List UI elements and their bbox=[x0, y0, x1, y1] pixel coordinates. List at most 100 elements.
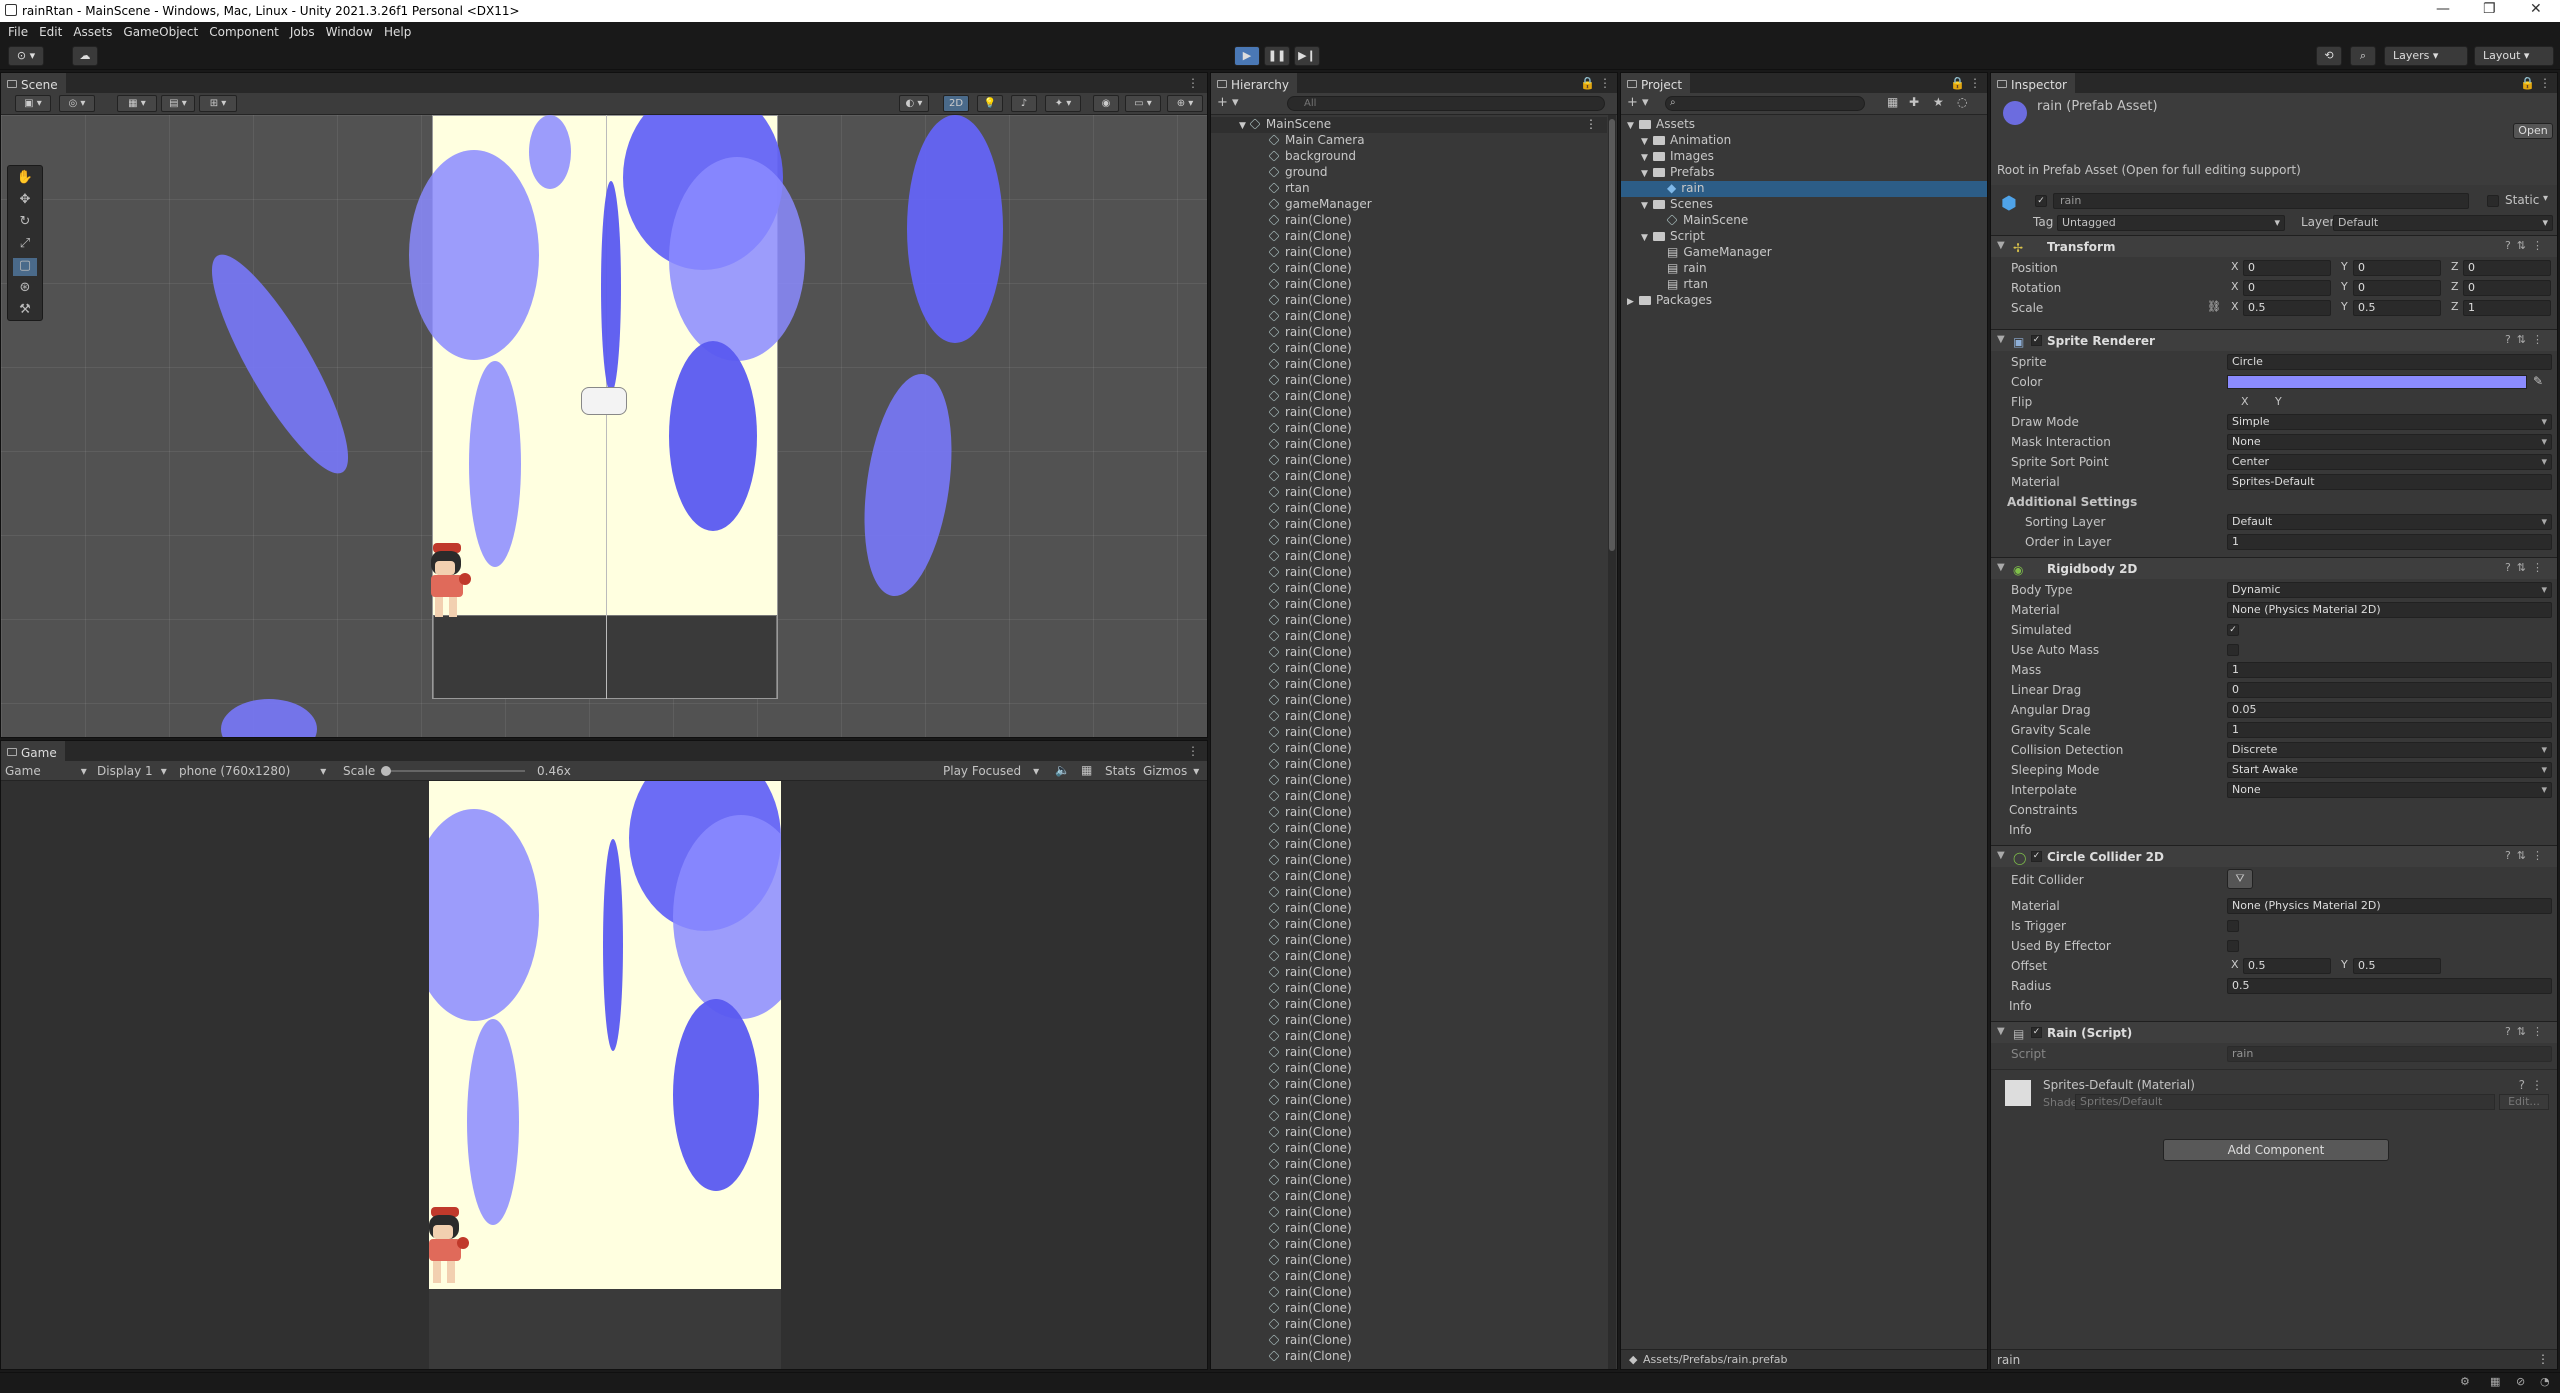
rigidbody-use-auto-mass-checkbox[interactable] bbox=[2227, 644, 2239, 656]
hierarchy-item[interactable]: rain(Clone) bbox=[1268, 1221, 1352, 1237]
sorting-layer-field[interactable]: Default bbox=[2227, 514, 2552, 530]
scene-view[interactable]: ✋ ✥ ↻ ⤢ ▢ ⊛ ⚒ bbox=[1, 115, 1207, 737]
static-checkbox[interactable] bbox=[2487, 195, 2499, 207]
hierarchy-item[interactable]: rain(Clone) bbox=[1268, 1173, 1352, 1189]
transform-header[interactable]: ▼ ✢ Transform ?⇅⋮ bbox=[1991, 235, 2557, 257]
pause-button[interactable]: ❚❚ bbox=[1264, 46, 1290, 66]
hierarchy-item[interactable]: rain(Clone) bbox=[1268, 565, 1352, 581]
hierarchy-item[interactable]: rain(Clone) bbox=[1268, 229, 1352, 245]
hierarchy-item[interactable]: rain(Clone) bbox=[1268, 645, 1352, 661]
radius-field[interactable]: 0.5 bbox=[2227, 978, 2552, 994]
search-icon[interactable]: ⌕ bbox=[2350, 46, 2376, 66]
menu-item[interactable]: GameObject bbox=[115, 22, 198, 39]
project-item[interactable]: ▼ Assets bbox=[1621, 117, 1987, 133]
transform-scale-x[interactable]: 0.5 bbox=[2243, 300, 2331, 316]
lighting-icon[interactable]: 💡 bbox=[977, 95, 1003, 112]
hierarchy-item[interactable]: rain(Clone) bbox=[1268, 1285, 1352, 1301]
expand-arrow-icon[interactable]: ▼ bbox=[1641, 169, 1649, 179]
name-field[interactable]: rain bbox=[2053, 193, 2469, 209]
collapse-arrow-icon[interactable]: ▼ bbox=[1997, 562, 2005, 573]
frame-debugger-icon[interactable]: ▦ bbox=[1081, 763, 1092, 777]
more-icon[interactable]: ⋮ bbox=[1187, 76, 1199, 90]
rigidbody-linear-drag-field[interactable]: 0 bbox=[2227, 682, 2552, 698]
shader-edit-button[interactable]: Edit... bbox=[2499, 1094, 2549, 1110]
component-menu-icon[interactable]: ?⇅⋮ bbox=[2505, 333, 2549, 346]
hierarchy-item[interactable]: rain(Clone) bbox=[1268, 613, 1352, 629]
hierarchy-item[interactable]: rain(Clone) bbox=[1268, 1333, 1352, 1349]
expand-arrow-icon[interactable]: ▶ bbox=[1627, 297, 1635, 307]
game-view-dropdown[interactable]: Game ▾ bbox=[5, 764, 87, 778]
static-dropdown-icon[interactable]: ▾ bbox=[2543, 193, 2548, 204]
hierarchy-item[interactable]: rain(Clone) bbox=[1268, 917, 1352, 933]
shader-dropdown[interactable]: Sprites/Default bbox=[2075, 1094, 2495, 1110]
lock-icon[interactable]: 🔒 bbox=[1580, 76, 1595, 90]
hierarchy-item[interactable]: rain(Clone) bbox=[1268, 597, 1352, 613]
scale-slider[interactable] bbox=[385, 770, 525, 772]
gizmos-icon[interactable]: ⊕ ▾ bbox=[1167, 95, 1203, 112]
close-icon[interactable]: ✕ bbox=[2530, 1, 2542, 17]
draw-mode-icon[interactable]: ▣ ▾ bbox=[15, 95, 51, 112]
render-mode-icon[interactable]: ◐ ▾ bbox=[899, 95, 929, 112]
minimize-icon[interactable]: — bbox=[2436, 1, 2450, 17]
layout-dropdown[interactable]: Layout ▾ bbox=[2474, 46, 2554, 66]
used-by-effector-checkbox[interactable] bbox=[2227, 940, 2239, 952]
stats-button[interactable]: Stats bbox=[1105, 764, 1136, 778]
tab-project[interactable]: Project bbox=[1621, 73, 1691, 93]
scale-tool-icon[interactable]: ⤢ bbox=[13, 236, 37, 254]
hierarchy-item[interactable]: rain(Clone) bbox=[1268, 1269, 1352, 1285]
enabled-checkbox[interactable]: ✓ bbox=[2031, 851, 2042, 862]
menu-item[interactable]: File bbox=[0, 22, 28, 39]
hierarchy-item[interactable]: background bbox=[1268, 149, 1356, 165]
hierarchy-item[interactable]: rain(Clone) bbox=[1268, 933, 1352, 949]
hierarchy-item[interactable]: rain(Clone) bbox=[1268, 245, 1352, 261]
layers-dropdown[interactable]: Layers ▾ bbox=[2384, 46, 2468, 66]
circle-collider-2d-header[interactable]: ▼ ◯ ✓ Circle Collider 2D ?⇅⋮ bbox=[1991, 845, 2557, 867]
rigidbody-2d-header[interactable]: ▼ ◉ Rigidbody 2D ?⇅⋮ bbox=[1991, 557, 2557, 579]
rigidbody-angular-drag-field[interactable]: 0.05 bbox=[2227, 702, 2552, 718]
hierarchy-item[interactable]: rain(Clone) bbox=[1268, 1317, 1352, 1333]
tab-scene[interactable]: Scene bbox=[1, 73, 66, 93]
project-item[interactable]: ▼ Script bbox=[1621, 229, 1987, 245]
hierarchy-item[interactable]: rain(Clone) bbox=[1268, 1093, 1352, 1109]
order-in-layer-field[interactable]: 1 bbox=[2227, 534, 2552, 550]
project-item[interactable]: ▶ Packages bbox=[1621, 293, 1987, 309]
material-field[interactable]: Sprites-Default bbox=[2227, 474, 2552, 490]
play-button[interactable]: ▶ bbox=[1234, 46, 1260, 66]
hand-tool-icon[interactable]: ✋ bbox=[13, 170, 37, 188]
transform-position-y[interactable]: 0 bbox=[2353, 260, 2441, 276]
maximize-icon[interactable]: ❐ bbox=[2483, 1, 2496, 17]
hierarchy-item[interactable]: rain(Clone) bbox=[1268, 309, 1352, 325]
grid-icon[interactable]: ▤ ▾ bbox=[161, 95, 195, 112]
expand-arrow-icon[interactable]: ▼ bbox=[1641, 137, 1649, 147]
collapse-arrow-icon[interactable]: ▼ bbox=[1997, 850, 2005, 861]
project-item[interactable]: ▤ rain bbox=[1621, 261, 1987, 277]
hierarchy-item[interactable]: gameManager bbox=[1268, 197, 1372, 213]
hierarchy-item[interactable]: rain(Clone) bbox=[1268, 453, 1352, 469]
layer-dropdown[interactable]: Default ▾ bbox=[2333, 215, 2553, 231]
play-mode-dropdown[interactable]: Play Focused ▾ bbox=[943, 764, 1039, 778]
hierarchy-item[interactable]: rain(Clone) bbox=[1268, 469, 1352, 485]
collapse-arrow-icon[interactable]: ▼ bbox=[1997, 1026, 2005, 1037]
visibility-icon[interactable]: ◉ bbox=[1093, 95, 1119, 112]
hierarchy-item[interactable]: rain(Clone) bbox=[1268, 709, 1352, 725]
transform-scale-y[interactable]: 0.5 bbox=[2353, 300, 2441, 316]
hierarchy-item[interactable]: rain(Clone) bbox=[1268, 1157, 1352, 1173]
scene-root[interactable]: ▼ MainScene ⋮ bbox=[1211, 117, 1607, 133]
project-item[interactable]: ▤ rtan bbox=[1621, 277, 1987, 293]
hierarchy-item[interactable]: rain(Clone) bbox=[1268, 901, 1352, 917]
hierarchy-item[interactable]: rain(Clone) bbox=[1268, 517, 1352, 533]
expand-arrow-icon[interactable]: ▼ bbox=[1641, 201, 1649, 211]
hierarchy-item[interactable]: rain(Clone) bbox=[1268, 1141, 1352, 1157]
custom-tool-icon[interactable]: ⚒ bbox=[13, 302, 37, 320]
scrollbar-thumb[interactable] bbox=[1609, 119, 1615, 551]
hierarchy-item[interactable]: rain(Clone) bbox=[1268, 1253, 1352, 1269]
hierarchy-item[interactable]: rain(Clone) bbox=[1268, 1349, 1352, 1365]
offset-x[interactable]: 0.5 bbox=[2243, 958, 2331, 974]
tag-dropdown[interactable]: Untagged ▾ bbox=[2057, 215, 2285, 231]
snap-increment-icon[interactable]: ⊞ ▾ bbox=[199, 95, 237, 112]
mute-audio-icon[interactable]: 🔈 bbox=[1055, 763, 1070, 777]
favorite-icon[interactable]: ★ bbox=[1933, 95, 1944, 109]
collapse-arrow-icon[interactable]: ▼ bbox=[1997, 240, 2005, 251]
hierarchy-item[interactable]: rain(Clone) bbox=[1268, 677, 1352, 693]
hierarchy-item[interactable]: rain(Clone) bbox=[1268, 373, 1352, 389]
